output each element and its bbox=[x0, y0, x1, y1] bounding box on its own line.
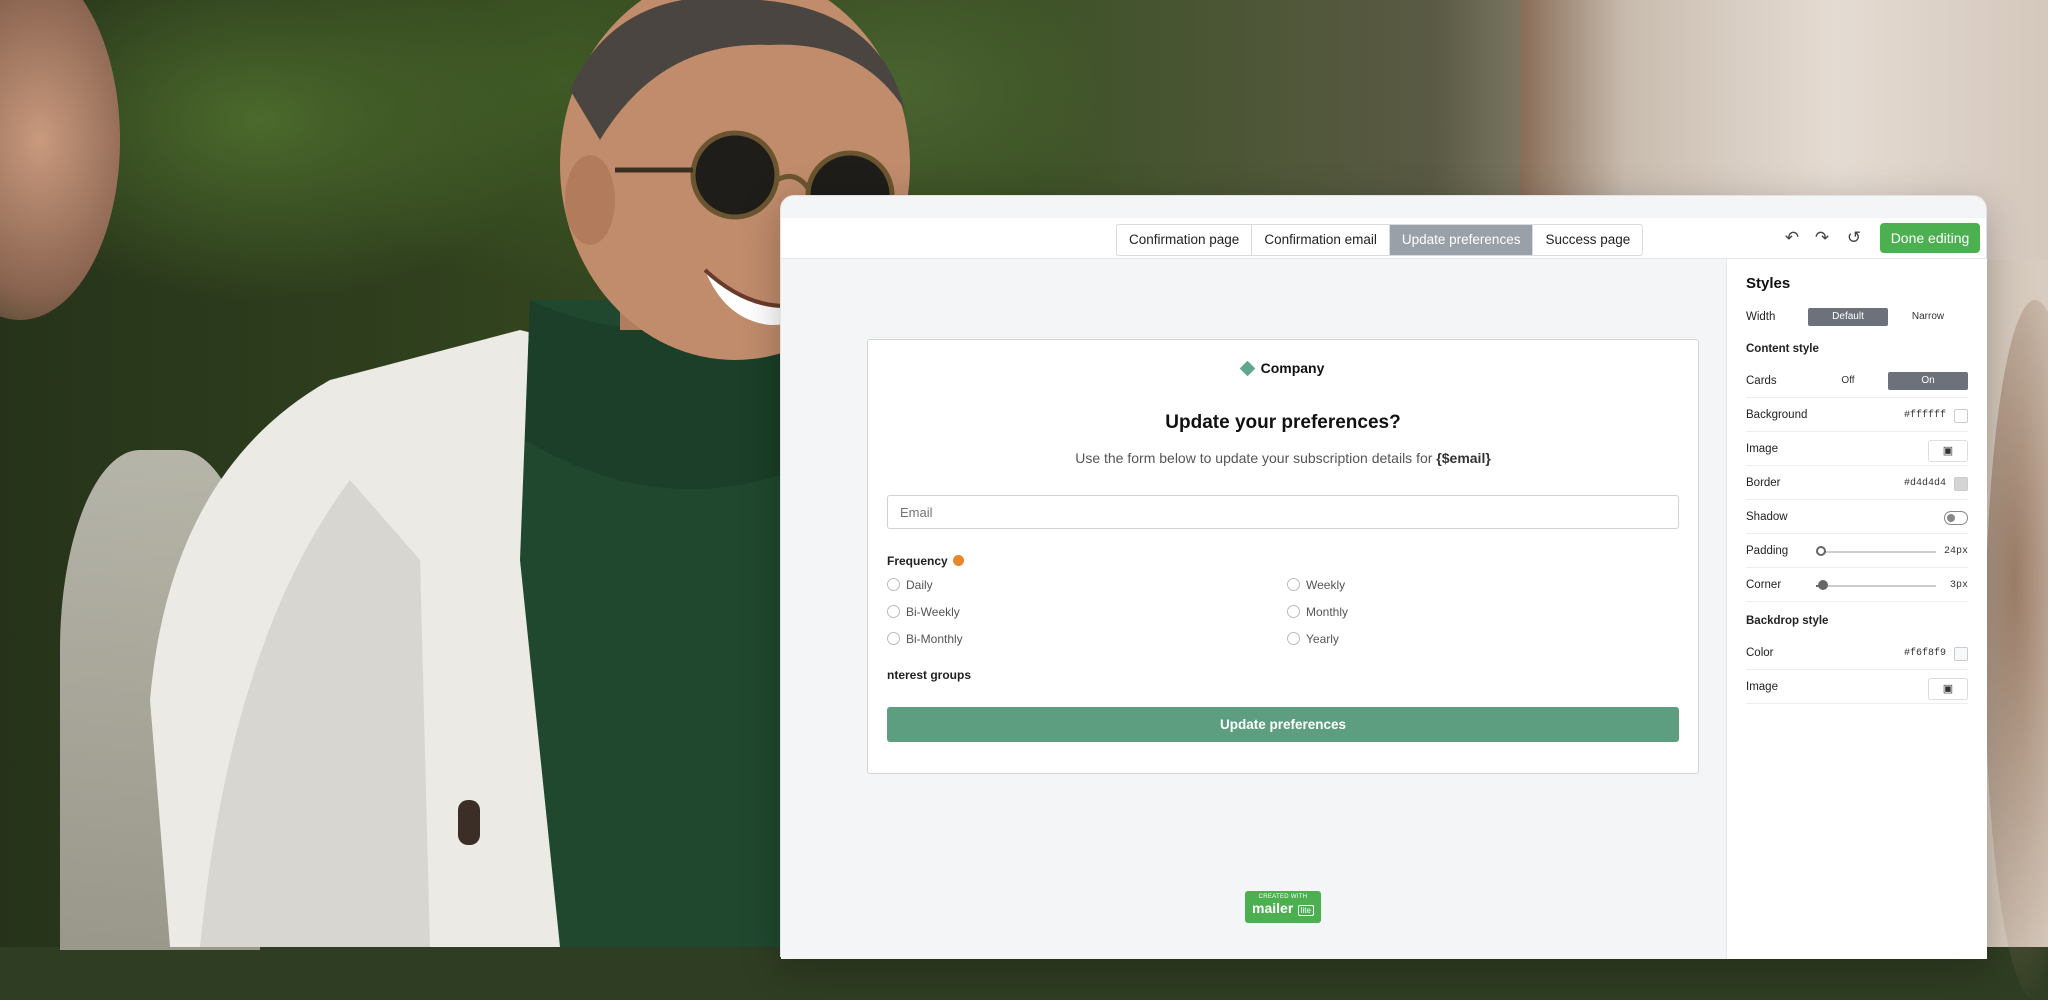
background-swatch[interactable] bbox=[1954, 409, 1968, 423]
padding-slider-knob[interactable] bbox=[1816, 546, 1826, 556]
radio-monthly[interactable]: Monthly bbox=[1287, 605, 1348, 619]
border-label: Border bbox=[1746, 477, 1781, 489]
tab-update-preferences[interactable]: Update preferences bbox=[1389, 225, 1534, 255]
image-row: Image ▣ bbox=[1746, 435, 1968, 466]
color-swatch[interactable] bbox=[1954, 647, 1968, 661]
editor-toolbar: Confirmation page Confirmation email Upd… bbox=[781, 218, 1986, 259]
radio-label: Monthly bbox=[1306, 605, 1349, 619]
cards-toggle: Off On bbox=[1808, 372, 1968, 390]
tab-confirmation-page[interactable]: Confirmation page bbox=[1117, 225, 1253, 255]
radio-label: Weekly bbox=[1306, 578, 1346, 592]
history-icon[interactable]: ↺ bbox=[1843, 227, 1865, 249]
radio-circle bbox=[1287, 605, 1300, 618]
shadow-row: Shadow bbox=[1746, 503, 1968, 534]
form-title: Update your preferences? bbox=[1165, 412, 1401, 433]
subtitle-text: Use the form below to update your subscr… bbox=[1075, 450, 1433, 466]
company-logo: Company bbox=[868, 360, 1698, 377]
tab-confirmation-email[interactable]: Confirmation email bbox=[1252, 225, 1390, 255]
corner-row: Corner 3px bbox=[1746, 571, 1968, 602]
styles-panel: Styles Width Default Narrow Content styl… bbox=[1726, 259, 1987, 959]
done-editing-button[interactable]: Done editing bbox=[1880, 223, 1980, 253]
radio-yearly[interactable]: Yearly bbox=[1287, 632, 1339, 646]
shadow-label: Shadow bbox=[1746, 511, 1788, 523]
border-row: Border #d4d4d4 bbox=[1746, 469, 1968, 500]
background-value[interactable]: #ffffff bbox=[1904, 410, 1946, 421]
mailerlite-badge[interactable]: CREATED WITH mailer lite bbox=[1245, 891, 1321, 923]
logo-icon bbox=[1239, 360, 1255, 377]
border-value[interactable]: #d4d4d4 bbox=[1904, 478, 1946, 489]
interest-groups-label: nterest groups bbox=[887, 668, 972, 682]
backdrop-image-label: Image bbox=[1746, 681, 1778, 693]
radio-bi-monthly[interactable]: Bi-Monthly bbox=[887, 632, 963, 646]
cards-label: Cards bbox=[1746, 375, 1777, 387]
content-style-heading: Content style bbox=[1746, 343, 1819, 355]
radio-circle bbox=[1287, 578, 1300, 591]
padding-label: Padding bbox=[1746, 545, 1789, 557]
width-label: Width bbox=[1746, 311, 1776, 323]
backdrop-style-heading: Backdrop style bbox=[1746, 615, 1829, 627]
badge-brand: mailer bbox=[1252, 900, 1294, 916]
undo-icon[interactable]: ↶ bbox=[1781, 227, 1803, 249]
corner-value: 3px bbox=[1949, 580, 1968, 591]
update-preferences-button[interactable]: Update preferences bbox=[887, 707, 1679, 742]
radio-circle bbox=[887, 605, 900, 618]
radio-circle bbox=[887, 632, 900, 645]
radio-bi-weekly[interactable]: Bi-Weekly bbox=[887, 605, 960, 619]
radio-label: Bi-Monthly bbox=[906, 632, 963, 646]
page-tabs: Confirmation page Confirmation email Upd… bbox=[1116, 224, 1644, 256]
badge-tag: lite bbox=[1297, 905, 1314, 916]
tab-success-page[interactable]: Success page bbox=[1533, 225, 1642, 255]
color-row: Color #f6f8f9 bbox=[1746, 639, 1968, 670]
cards-row: Cards Off On bbox=[1746, 367, 1968, 398]
radio-circle bbox=[887, 578, 900, 591]
shadow-toggle[interactable] bbox=[1944, 511, 1968, 525]
color-value[interactable]: #f6f8f9 bbox=[1904, 648, 1946, 659]
padding-value: 24px bbox=[1943, 546, 1968, 557]
radio-daily[interactable]: Daily bbox=[887, 578, 933, 592]
styles-title: Styles bbox=[1746, 275, 1791, 292]
backdrop-image-picker-icon[interactable]: ▣ bbox=[1928, 678, 1968, 700]
width-toggle: Default Narrow bbox=[1808, 308, 1968, 326]
email-variable: {$email} bbox=[1436, 450, 1491, 466]
radio-label: Daily bbox=[906, 578, 933, 592]
cards-on-option[interactable]: On bbox=[1888, 372, 1968, 390]
editor-window: Confirmation page Confirmation email Upd… bbox=[780, 195, 1987, 959]
padding-slider[interactable] bbox=[1816, 546, 1936, 556]
radio-weekly[interactable]: Weekly bbox=[1287, 578, 1345, 592]
radio-label: Bi-Weekly bbox=[906, 605, 960, 619]
image-picker-icon[interactable]: ▣ bbox=[1928, 440, 1968, 462]
padding-row: Padding 24px bbox=[1746, 537, 1968, 568]
backdrop-image-row: Image ▣ bbox=[1746, 673, 1968, 704]
image-label: Image bbox=[1746, 443, 1778, 455]
company-name: Company bbox=[1260, 360, 1325, 376]
background-label: Background bbox=[1746, 409, 1808, 421]
color-label: Color bbox=[1746, 647, 1774, 659]
form-subtitle: Use the form below to update your subscr… bbox=[868, 450, 1698, 466]
email-field[interactable] bbox=[887, 495, 1679, 529]
width-row: Width Default Narrow bbox=[1746, 303, 1968, 333]
preview-canvas: Company Update your preferences? Use the… bbox=[781, 259, 1726, 959]
corner-label: Corner bbox=[1746, 579, 1782, 591]
info-icon[interactable] bbox=[952, 555, 964, 566]
width-narrow-option[interactable]: Narrow bbox=[1888, 308, 1968, 326]
width-default-option[interactable]: Default bbox=[1808, 308, 1888, 326]
corner-slider[interactable] bbox=[1816, 580, 1936, 590]
radio-label: Yearly bbox=[1306, 632, 1339, 646]
cards-off-option[interactable]: Off bbox=[1808, 372, 1888, 390]
background-row: Background #ffffff bbox=[1746, 401, 1968, 432]
radio-circle bbox=[1287, 632, 1300, 645]
redo-icon[interactable]: ↷ bbox=[1811, 227, 1833, 249]
frequency-label: Frequency bbox=[887, 554, 964, 568]
corner-slider-knob[interactable] bbox=[1818, 580, 1828, 590]
preferences-form-card: Company Update your preferences? Use the… bbox=[867, 339, 1699, 774]
border-swatch[interactable] bbox=[1954, 477, 1968, 491]
frequency-label-text: Frequency bbox=[887, 554, 948, 568]
